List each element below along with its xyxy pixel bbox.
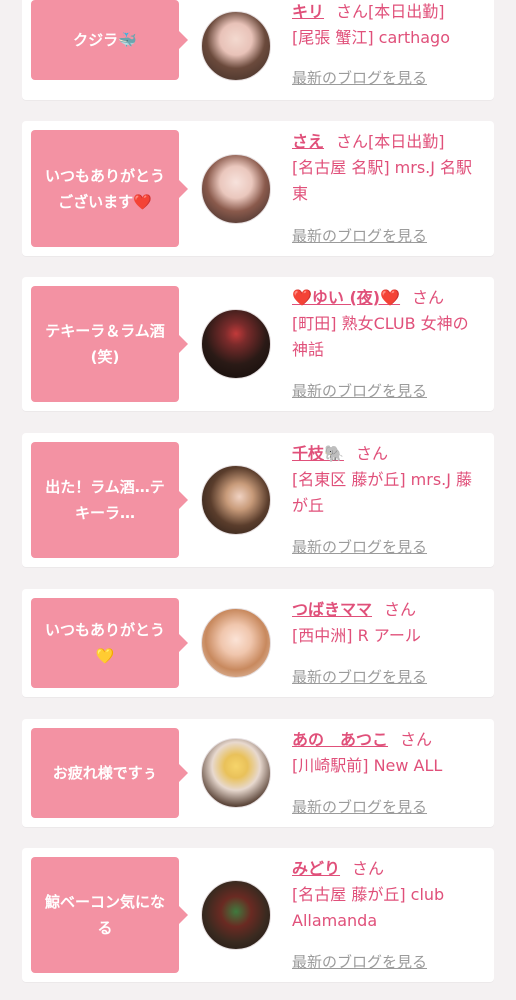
avatar[interactable] — [201, 880, 271, 950]
ranking-card: いつもありがとうございます❤️ さえ さん[本日出勤] [名古屋 名駅] mrs.… — [22, 121, 494, 256]
shop-name: [西中洲] R アール — [292, 626, 421, 645]
message-text: お疲れ様ですぅ — [52, 764, 158, 782]
ranking-card: テキーラ＆ラム酒(笑) ❤️ゆい (夜)❤️ さん [町田] 熟女CLUB 女神の… — [22, 277, 494, 411]
avatar[interactable] — [201, 154, 271, 224]
latest-blog-link[interactable]: 最新のブログを見る — [292, 536, 427, 557]
latest-blog-link[interactable]: 最新のブログを見る — [292, 380, 427, 401]
cast-name-link[interactable]: ❤️ゆい (夜)❤️ — [292, 288, 400, 307]
avatar[interactable] — [201, 11, 271, 81]
shop-name: [名東区 藤が丘] mrs.J 藤が丘 — [292, 470, 473, 515]
latest-blog-link[interactable]: 最新のブログを見る — [292, 666, 427, 687]
cast-name-link[interactable]: 千枝🐘 — [292, 444, 344, 463]
message-text: いつもありがとう💛 — [44, 621, 165, 665]
message-bubble: 鯨ベーコン気になる — [31, 857, 188, 973]
san-suffix: さん[本日出勤] — [336, 132, 445, 151]
san-suffix: さん — [355, 444, 388, 463]
ranking-card: 出た！ラム酒…テキーラ… 千枝🐘 さん [名東区 藤が丘] mrs.J 藤が丘 最… — [22, 433, 494, 567]
cast-name-link[interactable]: あの あつこ — [292, 730, 388, 749]
shop-name: [名古屋 藤が丘] club Allamanda — [292, 885, 445, 930]
cast-name-link[interactable]: さえ — [292, 132, 324, 151]
avatar[interactable] — [201, 465, 271, 535]
message-text: クジラ🐳 — [73, 31, 137, 49]
san-suffix: さん — [412, 288, 445, 307]
avatar[interactable] — [201, 738, 271, 808]
ranking-card: お疲れ様ですぅ あの あつこ さん [川崎駅前] New ALL 最新のブログを見… — [22, 719, 494, 827]
message-text: 出た！ラム酒…テキーラ… — [45, 478, 165, 522]
latest-blog-link[interactable]: 最新のブログを見る — [292, 951, 427, 972]
avatar[interactable] — [201, 608, 271, 678]
shop-name: [名古屋 名駅] mrs.J 名駅東 — [292, 158, 473, 203]
message-text: いつもありがとうございます❤️ — [44, 166, 165, 211]
ranking-card: いつもありがとう💛 つばきママ さん [西中洲] R アール 最新のブログを見る — [22, 589, 494, 697]
cast-name-link[interactable]: キリ — [292, 2, 324, 21]
shop-name: [川崎駅前] New ALL — [292, 756, 443, 775]
message-bubble: いつもありがとうございます❤️ — [31, 130, 188, 247]
latest-blog-link[interactable]: 最新のブログを見る — [292, 796, 427, 817]
message-text: 鯨ベーコン気になる — [44, 893, 165, 937]
message-text: テキーラ＆ラム酒(笑) — [45, 322, 165, 366]
message-bubble: クジラ🐳 — [31, 0, 188, 80]
san-suffix: さん — [400, 730, 433, 749]
cast-name-link[interactable]: みどり — [292, 859, 340, 878]
message-bubble: テキーラ＆ラム酒(笑) — [31, 286, 188, 402]
message-bubble: 出た！ラム酒…テキーラ… — [31, 442, 188, 558]
san-suffix: さん — [384, 600, 417, 619]
ranking-card: クジラ🐳 キリ さん[本日出勤] [尾張 蟹江] carthago 最新のブログを… — [22, 0, 494, 100]
message-bubble: いつもありがとう💛 — [31, 598, 188, 688]
san-suffix: さん[本日出勤] — [336, 2, 445, 21]
cast-name-link[interactable]: つばきママ — [292, 600, 372, 619]
shop-name: [町田] 熟女CLUB 女神の神話 — [292, 314, 469, 359]
message-bubble: お疲れ様ですぅ — [31, 728, 188, 818]
latest-blog-link[interactable]: 最新のブログを見る — [292, 225, 427, 246]
shop-name: [尾張 蟹江] carthago — [292, 28, 451, 47]
ranking-card: 鯨ベーコン気になる みどり さん [名古屋 藤が丘] club Allamanda… — [22, 848, 494, 982]
san-suffix: さん — [352, 859, 385, 878]
latest-blog-link[interactable]: 最新のブログを見る — [292, 67, 427, 88]
avatar[interactable] — [201, 309, 271, 379]
